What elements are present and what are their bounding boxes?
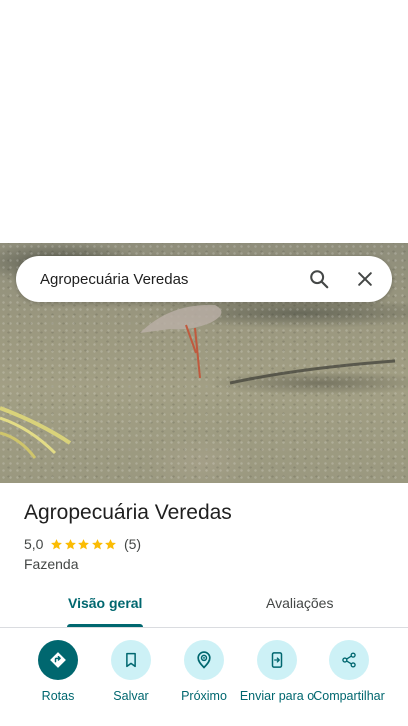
review-count: (5) xyxy=(123,536,142,552)
search-query[interactable]: Agropecuária Veredas xyxy=(16,271,296,288)
star-icon xyxy=(92,538,103,549)
share-button[interactable]: Compartilhar xyxy=(310,640,388,704)
save-button[interactable]: Salvar xyxy=(92,640,170,704)
save-label: Salvar xyxy=(113,689,149,703)
place-title: Agropecuária Veredas xyxy=(24,501,232,524)
share-label: Compartilhar xyxy=(313,689,385,703)
send-to-phone-button[interactable]: Enviar para o xyxy=(238,640,316,704)
search-bar[interactable]: Agropecuária Veredas xyxy=(16,256,392,302)
tab-overview[interactable]: Visão geral xyxy=(68,595,142,611)
directions-label: Rotas xyxy=(41,689,75,703)
nearby-icon xyxy=(184,640,224,680)
send-to-phone-icon xyxy=(257,640,297,680)
rating-value: 5,0 xyxy=(24,536,44,552)
nearby-label: Próximo xyxy=(181,689,227,703)
star-icon xyxy=(78,538,90,549)
send-to-phone-label: Enviar para o xyxy=(239,689,315,703)
place-category: Fazenda xyxy=(24,556,79,572)
search-icon[interactable] xyxy=(296,256,342,302)
star-icon xyxy=(105,538,117,549)
star-icon xyxy=(65,538,76,549)
action-bar: Rotas Salvar Próximo Enviar para o Compa… xyxy=(0,640,408,726)
bookmark-icon xyxy=(111,640,151,680)
share-icon xyxy=(329,640,369,680)
tab-reviews[interactable]: Avaliações xyxy=(266,595,333,611)
directions-icon xyxy=(38,640,78,680)
close-icon[interactable] xyxy=(342,256,388,302)
rating-stars xyxy=(50,538,118,551)
directions-button[interactable]: Rotas xyxy=(19,640,97,704)
star-icon xyxy=(51,538,63,549)
rating-row[interactable]: 5,0 (5) xyxy=(24,535,141,553)
nearby-button[interactable]: Próximo xyxy=(165,640,243,704)
tabs-divider xyxy=(0,627,408,628)
